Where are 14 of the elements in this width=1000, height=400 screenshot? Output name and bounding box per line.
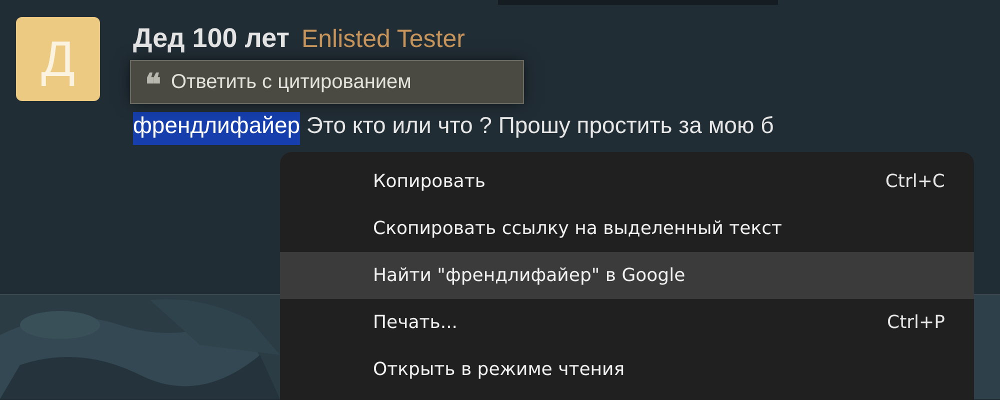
shortcut-label: Ctrl+P (887, 312, 945, 333)
menu-item[interactable]: Найти "френдлифайер" в Google (280, 252, 974, 299)
user-role: Enlisted Tester (301, 25, 465, 54)
menu-item[interactable]: Копировать Ctrl+C (280, 158, 974, 205)
selected-text: френдлифайер (133, 112, 300, 145)
shortcut-label: Ctrl+C (885, 171, 945, 192)
menu-item[interactable]: Скопировать ссылку на выделенный текст (280, 205, 974, 252)
menu-item[interactable]: Открыть в режиме чтения (280, 346, 974, 393)
quote-icon: ❝ (145, 71, 161, 101)
menu-item[interactable]: Печать... Ctrl+P (280, 299, 974, 346)
avatar: Д (16, 17, 100, 101)
author-name[interactable]: Дед 100 лет (133, 23, 290, 54)
post-text: Это кто или что ? Прошу простить за мою б (305, 112, 774, 140)
quote-reply-button[interactable]: ❝ Ответить с цитированием (130, 60, 524, 104)
